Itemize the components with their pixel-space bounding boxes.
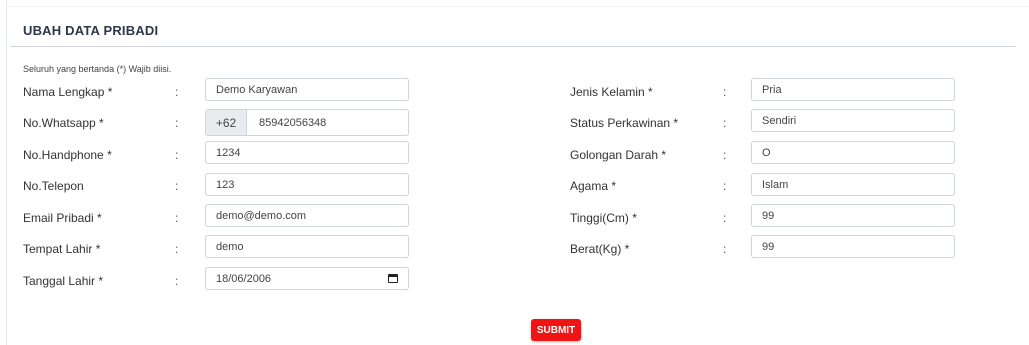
- label-status-perkawinan: Status Perkawinan *: [570, 115, 679, 130]
- colon: :: [175, 147, 179, 162]
- row-tinggi: Tinggi(Cm) * :: [570, 206, 750, 229]
- tempat-lahir-value: demo: [216, 240, 244, 253]
- row-berat: Berat(Kg) * :: [570, 237, 750, 260]
- label-tanggal-lahir: Tanggal Lahir *: [23, 273, 104, 288]
- required-note: Seluruh yang bertanda (*) Wajib diisi.: [23, 64, 172, 74]
- tinggi-input[interactable]: 99: [751, 204, 955, 227]
- jenis-kelamin-value: Pria: [762, 83, 782, 96]
- label-golongan-darah: Golongan Darah *: [570, 147, 667, 162]
- row-golongan-darah: Golongan Darah * :: [570, 143, 750, 166]
- calendar-icon[interactable]: [388, 274, 398, 283]
- colon: :: [175, 241, 179, 256]
- label-agama: Agama *: [570, 178, 617, 193]
- row-jenis-kelamin: Jenis Kelamin * :: [570, 80, 750, 103]
- card-title: UBAH DATA PRIBADI: [23, 23, 159, 38]
- handphone-value: 1234: [216, 146, 241, 159]
- berat-value: 99: [762, 240, 775, 253]
- colon: :: [723, 241, 727, 256]
- jenis-kelamin-input[interactable]: Pria: [751, 78, 955, 101]
- tempat-lahir-input[interactable]: demo: [205, 235, 409, 258]
- tanggal-lahir-input[interactable]: 18/06/2006: [205, 267, 409, 290]
- handphone-input[interactable]: 1234: [205, 141, 409, 164]
- email-input[interactable]: demo@demo.com: [205, 204, 409, 227]
- colon: :: [723, 115, 727, 130]
- title-divider: [10, 46, 1016, 47]
- label-whatsapp: No.Whatsapp *: [23, 115, 104, 130]
- label-telepon: No.Telepon: [23, 178, 84, 193]
- colon: :: [175, 178, 179, 193]
- row-agama: Agama * :: [570, 174, 750, 197]
- tanggal-lahir-value: 18/06/2006: [216, 272, 272, 285]
- colon: :: [723, 147, 727, 162]
- colon: :: [175, 115, 179, 130]
- golongan-darah-input[interactable]: O: [751, 141, 955, 164]
- telepon-value: 123: [216, 178, 235, 191]
- colon: :: [723, 84, 727, 99]
- telepon-input[interactable]: 123: [205, 173, 409, 196]
- agama-input[interactable]: Islam: [751, 173, 955, 196]
- status-perkawinan-value: Sendiri: [762, 114, 797, 127]
- label-jenis-kelamin: Jenis Kelamin *: [570, 84, 653, 99]
- colon: :: [723, 178, 727, 193]
- colon: :: [175, 273, 179, 288]
- tinggi-value: 99: [762, 209, 775, 222]
- colon: :: [175, 84, 179, 99]
- agama-value: Islam: [762, 178, 789, 191]
- label-berat: Berat(Kg) *: [570, 241, 630, 256]
- nama-lengkap-value: Demo Karyawan: [216, 83, 298, 96]
- email-value: demo@demo.com: [216, 209, 307, 222]
- colon: :: [175, 210, 179, 225]
- whatsapp-value[interactable]: 85942056348: [247, 117, 326, 129]
- status-perkawinan-input[interactable]: Sendiri: [751, 109, 955, 132]
- golongan-darah-value: O: [762, 146, 771, 159]
- panel-top-border: [6, 6, 1029, 7]
- label-tempat-lahir: Tempat Lahir *: [23, 241, 101, 256]
- panel-left-border: [6, 0, 7, 345]
- country-code-addon: +62: [206, 110, 247, 135]
- submit-button[interactable]: SUBMIT: [531, 319, 581, 341]
- whatsapp-input-group[interactable]: +62 85942056348: [205, 109, 409, 136]
- label-handphone: No.Handphone *: [23, 147, 112, 162]
- label-tinggi: Tinggi(Cm) *: [570, 210, 637, 225]
- berat-input[interactable]: 99: [751, 235, 955, 258]
- row-status-perkawinan: Status Perkawinan * :: [570, 111, 750, 134]
- nama-lengkap-input[interactable]: Demo Karyawan: [205, 78, 409, 101]
- label-email: Email Pribadi *: [23, 210, 102, 225]
- colon: :: [723, 210, 727, 225]
- label-nama-lengkap: Nama Lengkap *: [23, 84, 113, 99]
